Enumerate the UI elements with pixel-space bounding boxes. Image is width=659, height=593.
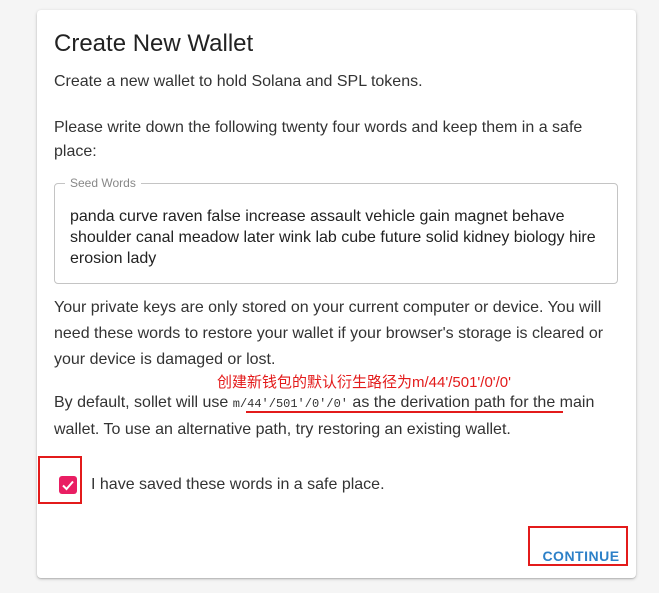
create-wallet-dialog: Create New Wallet Create a new wallet to… bbox=[37, 10, 636, 578]
instruction-text: Please write down the following twenty f… bbox=[54, 119, 583, 160]
dialog-subtitle: Create a new wallet to hold Solana and S… bbox=[54, 73, 423, 90]
derivation-prefix: By default, sollet will use bbox=[54, 394, 233, 411]
saved-words-checkbox-row[interactable]: I have saved these words in a safe place… bbox=[54, 470, 385, 500]
seed-words-label: Seed Words bbox=[65, 176, 141, 190]
saved-words-checkbox[interactable] bbox=[59, 476, 77, 494]
derivation-path-code: m/44'/501'/0'/0' bbox=[232, 397, 348, 411]
info-text: Your private keys are only stored on you… bbox=[54, 299, 604, 368]
dialog-title: Create New Wallet bbox=[54, 30, 254, 57]
derivation-middle: as the derivation path bbox=[347, 394, 506, 411]
saved-words-checkbox-label: I have saved these words in a safe place… bbox=[91, 476, 385, 493]
continue-button[interactable]: CONTINUE bbox=[537, 539, 625, 572]
seed-words-value[interactable]: panda curve raven false increase assault… bbox=[70, 206, 600, 269]
annotation-text: 创建新钱包的默认衍生路径为m/44'/501'/0'/0' bbox=[217, 374, 512, 391]
derivation-path-text: By default, sollet will use m/44'/501'/0… bbox=[54, 390, 624, 443]
annotation-underline bbox=[246, 411, 563, 413]
seed-words-field[interactable]: Seed Words panda curve raven false incre… bbox=[54, 176, 618, 284]
checkmark-icon bbox=[62, 480, 74, 491]
